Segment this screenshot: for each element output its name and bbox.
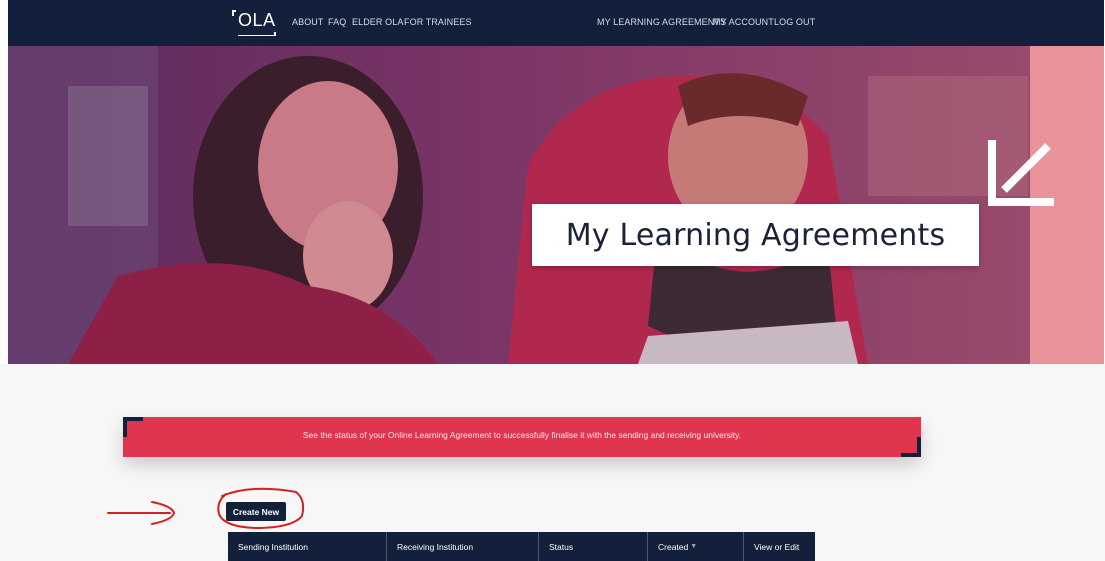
agreements-table-header: Sending Institution Receiving Institutio… [228, 532, 815, 561]
column-header-status[interactable]: Status [539, 532, 648, 561]
banner-corner-bottom-right [901, 437, 921, 457]
column-label: Receiving Institution [397, 541, 474, 552]
column-label: View or Edit [754, 541, 800, 552]
column-header-receiving-institution[interactable]: Receiving Institution [387, 532, 539, 561]
column-label: Status [549, 541, 574, 552]
nav-link-for-trainees[interactable]: FOR TRAINEES [404, 17, 472, 27]
logo-text: OLA [238, 10, 276, 30]
column-label: Sending Institution [238, 541, 308, 552]
hero-banner: My Learning Agreements [8, 46, 1104, 364]
caret-down-icon[interactable]: ▼ [690, 543, 697, 550]
logo-underline [238, 32, 276, 36]
create-new-button[interactable]: Create New [226, 502, 286, 521]
column-header-view-or-edit[interactable]: View or Edit [744, 532, 815, 561]
nav-link-log-out[interactable]: LOG OUT [774, 17, 815, 27]
nav-link-elder-ola[interactable]: ELDER OLA [352, 17, 403, 27]
column-header-created[interactable]: Created ▼ [648, 532, 744, 561]
status-info-banner: See the status of your Online Learning A… [123, 417, 921, 457]
arrow-down-left-icon [988, 140, 1054, 206]
nav-link-about[interactable]: ABOUT [292, 17, 324, 27]
nav-link-faq[interactable]: FAQ [328, 17, 346, 27]
page-title-box: My Learning Agreements [532, 204, 979, 266]
column-label: Created [658, 541, 689, 552]
ola-logo[interactable]: OLA [232, 8, 280, 38]
top-navbar: OLA ABOUT FAQ ELDER OLA FOR TRAINEES MY … [8, 0, 1104, 46]
logo-tick-mark [232, 10, 236, 16]
nav-link-my-account[interactable]: MY ACCOUNT [713, 17, 774, 27]
nav-link-my-learning-agreements[interactable]: MY LEARNING AGREEMENTS [597, 17, 726, 27]
banner-text: See the status of your Online Learning A… [302, 430, 742, 440]
column-header-sending-institution[interactable]: Sending Institution [228, 532, 387, 561]
page-title: My Learning Agreements [565, 217, 946, 253]
